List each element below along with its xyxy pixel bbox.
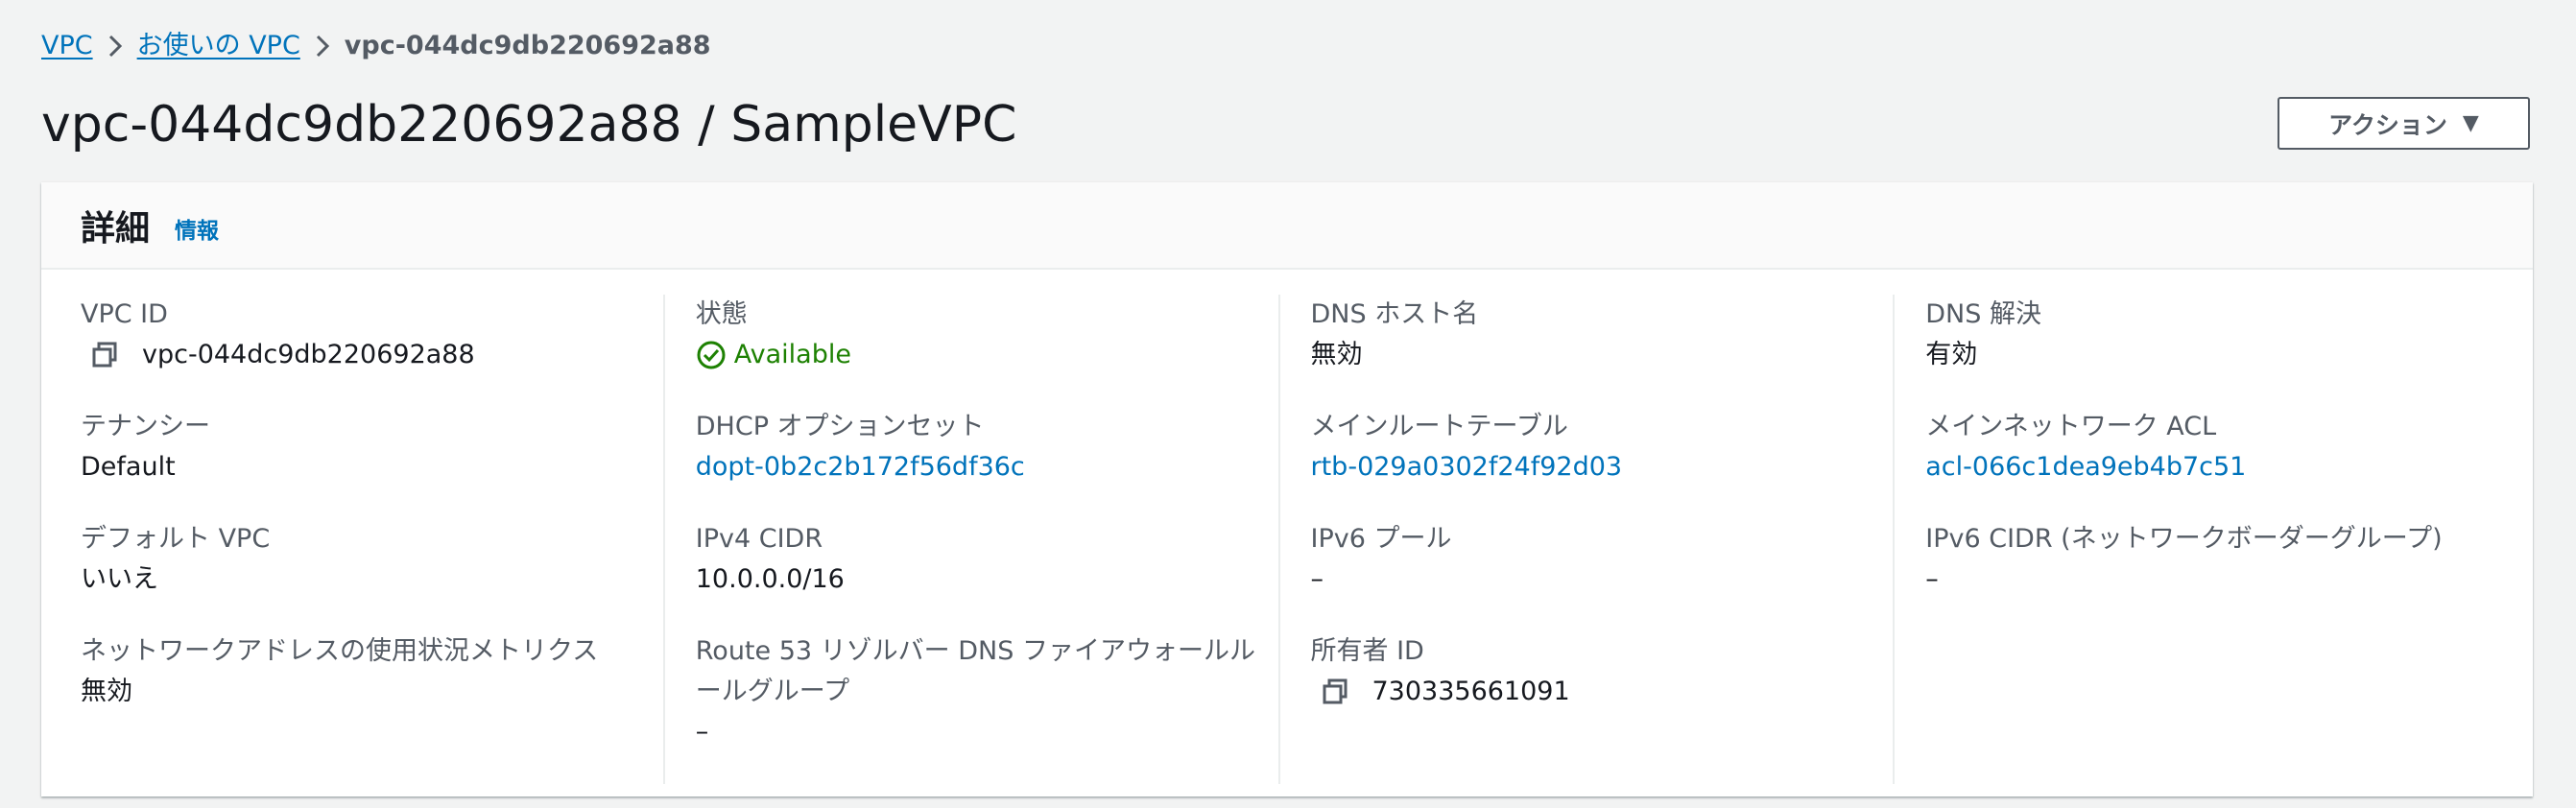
chevron-right-icon <box>300 34 345 59</box>
main-route-table-link[interactable]: rtb-029a0302f24f92d03 <box>1311 447 1874 487</box>
vpc-id-value: vpc-044dc9db220692a88 <box>142 340 475 369</box>
caret-down-icon: ▼ <box>2462 110 2479 135</box>
field-vpc-id: VPC ID vpc-044dc9db220692a88 <box>81 295 644 375</box>
network-address-usage-value: 無効 <box>81 677 132 706</box>
field-label: 状態 <box>695 299 748 329</box>
field-label: デフォルト VPC <box>81 524 271 554</box>
breadcrumb-your-vpcs-link[interactable]: お使いの VPC <box>137 27 300 65</box>
field-label: IPv6 CIDR (ネットワークボーダーグループ) <box>1925 524 2443 554</box>
field-ipv4-cidr: IPv4 CIDR 10.0.0.0/16 <box>696 519 1259 600</box>
details-title: 詳細 <box>81 208 151 249</box>
field-label: DNS ホスト名 <box>1310 299 1479 329</box>
field-dns-resolution: DNS 解決 有効 <box>1925 295 2489 375</box>
field-route53-dns-firewall: Route 53 リゾルバー DNS ファイアウォールルールグループ – <box>696 631 1259 752</box>
dns-hostnames-value: 無効 <box>1310 340 1363 369</box>
default-vpc-value: いいえ <box>81 564 158 594</box>
field-label: ネットワークアドレスの使用状況メトリクス <box>81 636 599 666</box>
breadcrumb: VPC お使いの VPC vpc-044dc9db220692a88 <box>41 27 711 65</box>
field-ipv6-cidr: IPv6 CIDR (ネットワークボーダーグループ) – <box>1925 519 2489 600</box>
breadcrumb-vpc-link[interactable]: VPC <box>41 27 93 65</box>
field-label: VPC ID <box>81 299 168 329</box>
field-value: 730335661091 <box>1311 672 1874 712</box>
field-label: テナンシー <box>81 412 210 441</box>
page-title: vpc-044dc9db220692a88 / SampleVPC <box>41 96 1017 154</box>
details-column-4: DNS 解決 有効 メインネットワーク ACL acl-066c1dea9eb4… <box>1893 295 2508 784</box>
field-label: DNS 解決 <box>1925 299 2041 329</box>
dns-resolution-value: 有効 <box>1925 340 1978 369</box>
field-label: DHCP オプションセット <box>695 412 985 441</box>
field-label: IPv6 プール <box>1310 524 1452 554</box>
actions-button-label: アクション <box>2328 110 2447 139</box>
details-column-2: 状態 Available DHCP オプションセット dopt-0b2c2b17… <box>662 295 1278 784</box>
field-network-address-usage-metrics: ネットワークアドレスの使用状況メトリクス 無効 <box>81 631 644 712</box>
field-label: IPv4 CIDR <box>695 524 823 554</box>
field-label: メインネットワーク ACL <box>1925 412 2217 441</box>
details-column-1: VPC ID vpc-044dc9db220692a88 テナンシー Defau… <box>81 295 663 784</box>
details-columns: VPC ID vpc-044dc9db220692a88 テナンシー Defau… <box>41 295 2533 784</box>
tenancy-value: Default <box>81 452 176 482</box>
field-main-network-acl: メインネットワーク ACL acl-066c1dea9eb4b7c51 <box>1925 407 2489 487</box>
state-value: Available <box>733 340 851 369</box>
route53-firewall-value: – <box>695 717 709 747</box>
breadcrumb-current: vpc-044dc9db220692a88 <box>344 31 711 60</box>
field-owner-id: 所有者 ID 730335661091 <box>1311 631 1874 712</box>
dhcp-option-set-link[interactable]: dopt-0b2c2b172f56df36c <box>696 447 1259 487</box>
field-dns-hostnames: DNS ホスト名 無効 <box>1311 295 1874 375</box>
actions-dropdown-button[interactable]: アクション ▼ <box>2278 97 2530 150</box>
ipv6-pool-value: – <box>1310 564 1324 594</box>
details-panel-header: 詳細 情報 <box>41 182 2533 270</box>
field-ipv6-pool: IPv6 プール – <box>1311 519 1874 600</box>
ipv4-cidr-value: 10.0.0.0/16 <box>695 564 845 594</box>
field-tenancy: テナンシー Default <box>81 407 644 487</box>
copy-icon[interactable] <box>1317 673 1355 711</box>
field-dhcp-option-set: DHCP オプションセット dopt-0b2c2b172f56df36c <box>696 407 1259 487</box>
field-label: メインルートテーブル <box>1310 412 1568 441</box>
field-label: Route 53 リゾルバー DNS ファイアウォールルールグループ <box>695 636 1255 706</box>
info-link[interactable]: 情報 <box>175 212 219 245</box>
chevron-right-icon <box>93 34 137 59</box>
owner-id-value: 730335661091 <box>1371 677 1570 706</box>
field-main-route-table: メインルートテーブル rtb-029a0302f24f92d03 <box>1311 407 1874 487</box>
field-state: 状態 Available <box>696 295 1259 375</box>
status-badge: Available <box>696 335 1259 375</box>
field-value: vpc-044dc9db220692a88 <box>81 335 644 375</box>
field-label: 所有者 ID <box>1310 636 1424 666</box>
field-default-vpc: デフォルト VPC いいえ <box>81 519 644 600</box>
check-circle-icon <box>697 341 726 369</box>
details-panel: 詳細 情報 VPC ID vpc-044dc9db220692a88 テナンシー… <box>41 182 2533 796</box>
main-network-acl-link[interactable]: acl-066c1dea9eb4b7c51 <box>1925 447 2489 487</box>
copy-icon[interactable] <box>86 336 125 374</box>
details-column-3: DNS ホスト名 無効 メインルートテーブル rtb-029a0302f24f9… <box>1277 295 1894 784</box>
ipv6-cidr-value: – <box>1925 564 1939 594</box>
